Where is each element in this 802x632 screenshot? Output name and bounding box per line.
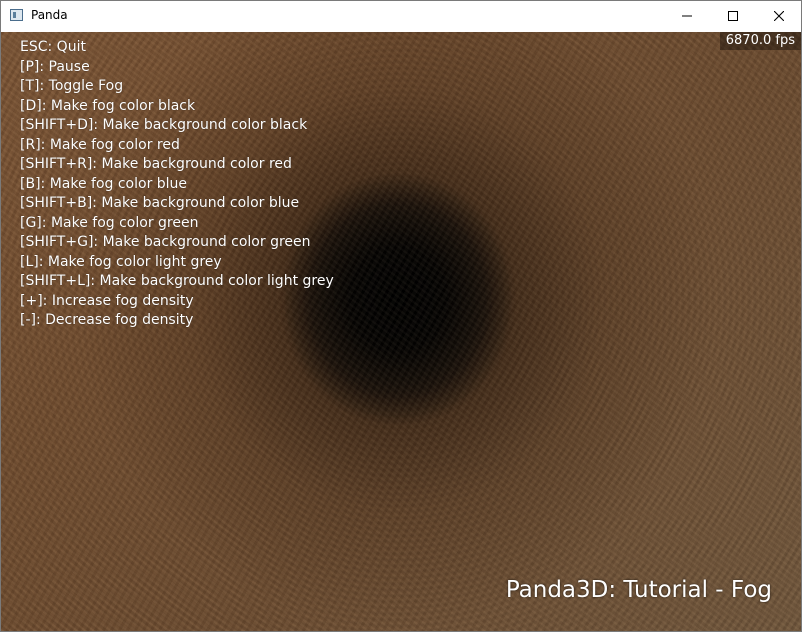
minimize-button[interactable] [664, 1, 710, 31]
close-button[interactable] [756, 1, 802, 31]
instruction-line: [D]: Make fog color black [20, 97, 196, 114]
window-title: Panda [31, 8, 68, 22]
instruction-line: [SHIFT+D]: Make background color black [20, 117, 308, 133]
tutorial-title: Panda3D: Tutorial - Fog [505, 577, 772, 603]
instruction-line: [SHIFT+L]: Make background color light g… [20, 273, 334, 289]
maximize-icon [728, 11, 738, 21]
maximize-button[interactable] [710, 1, 756, 31]
render-viewport[interactable]: ESC: Quit [P]: Pause [T]: Toggle Fog [D]… [1, 32, 801, 631]
instruction-line: [B]: Make fog color blue [20, 175, 188, 192]
close-icon [774, 11, 784, 21]
panda-app-icon[interactable] [10, 9, 23, 21]
fps-counter: 6870.0 fps [719, 32, 801, 50]
minimize-icon [682, 11, 692, 21]
instruction-line: [SHIFT+R]: Make background color red [20, 156, 292, 172]
instruction-line: [-]: Decrease fog density [20, 312, 194, 328]
instruction-line: [SHIFT+B]: Make background color blue [20, 195, 300, 211]
instruction-line: [G]: Make fog color green [20, 214, 199, 231]
instruction-line: [R]: Make fog color red [20, 136, 180, 153]
instructions-list: ESC: Quit [P]: Pause [T]: Toggle Fog [D]… [20, 38, 334, 331]
instruction-line: ESC: Quit [20, 39, 86, 55]
instruction-line: [+]: Increase fog density [20, 292, 194, 309]
app-window: Panda ESC: Quit [P]: Pause [T]: Toggle F… [0, 0, 802, 632]
instruction-line: [P]: Pause [20, 58, 90, 75]
title-bar[interactable]: Panda [1, 1, 801, 31]
instruction-line: [T]: Toggle Fog [20, 78, 124, 94]
instruction-line: [SHIFT+G]: Make background color green [20, 234, 311, 250]
instruction-line: [L]: Make fog color light grey [20, 253, 222, 270]
